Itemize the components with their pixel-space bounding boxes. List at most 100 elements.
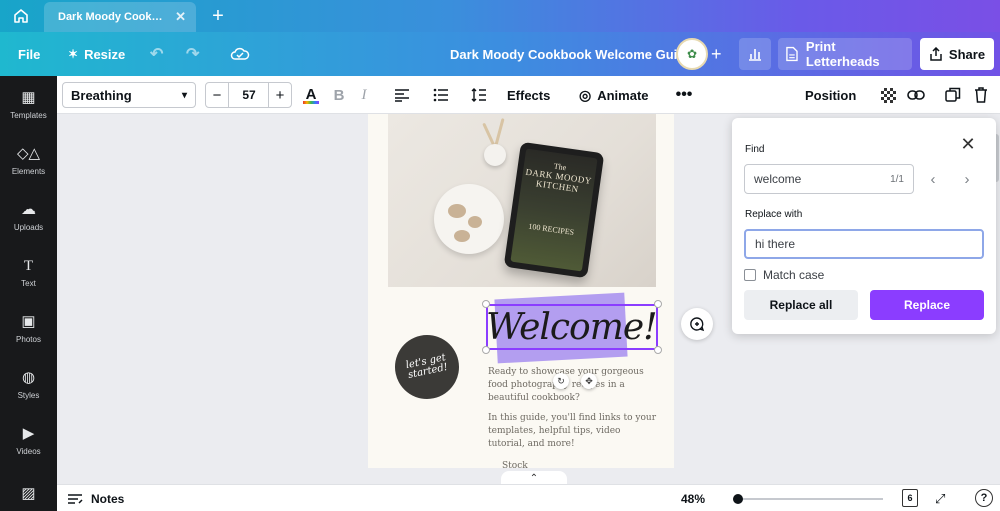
page-count-button[interactable]: 6 [902, 489, 918, 507]
templates-icon: ▦ [21, 88, 36, 106]
styles-icon: ◍ [21, 368, 36, 386]
replace-input[interactable]: hi there [744, 229, 984, 259]
previous-match-icon[interactable]: ‹ [924, 170, 942, 188]
trash-icon[interactable] [970, 76, 992, 114]
horizontal-scrollbar[interactable] [57, 458, 1000, 468]
share-button[interactable]: Share [920, 38, 994, 70]
pattern-icon: ▨ [21, 485, 36, 502]
left-sidebar: ▦ Templates ◇△ Elements ☁ Uploads T Text… [0, 76, 57, 511]
dried-grass [494, 118, 505, 146]
undo-icon[interactable]: ↶ [150, 32, 163, 76]
document-tab[interactable]: Dark Moody Cookboo... ✕ [44, 2, 196, 32]
print-letterheads-button[interactable]: Print Letterheads [778, 38, 912, 70]
avatar[interactable]: ✿ [676, 38, 708, 70]
videos-icon: ▶ [22, 424, 35, 442]
next-match-icon[interactable]: › [958, 170, 976, 188]
notes-button[interactable]: Notes [67, 485, 124, 511]
zoom-slider[interactable] [733, 498, 883, 500]
document-icon [786, 46, 798, 62]
chevron-down-icon: ▾ [181, 89, 187, 101]
find-input[interactable]: welcome 1/1 [744, 164, 914, 194]
line-spacing-icon[interactable] [469, 76, 489, 114]
sidebar-item-elements[interactable]: ◇△ Elements [0, 132, 57, 188]
cookie [468, 216, 482, 228]
duplicate-icon[interactable] [942, 76, 964, 114]
redo-icon[interactable]: ↷ [186, 32, 199, 76]
match-case-checkbox[interactable]: Match case [744, 268, 824, 282]
replace-all-button[interactable]: Replace all [744, 290, 858, 320]
rotate-icon[interactable]: ↻ [553, 373, 569, 389]
chevron-up-icon[interactable]: ⌃ [501, 471, 567, 485]
replace-button[interactable]: Replace [870, 290, 984, 320]
move-icon[interactable]: ✥ [581, 373, 597, 389]
intro-paragraph[interactable]: Ready to showcase your gorgeous food pho… [488, 366, 658, 405]
bullet-list-icon[interactable] [431, 76, 451, 114]
lets-get-started-badge[interactable]: let's get started! [389, 329, 465, 405]
notes-label: Notes [91, 491, 125, 506]
resize-label: Resize [84, 46, 126, 62]
resize-handle[interactable] [482, 346, 490, 354]
resize-handle[interactable] [482, 300, 490, 308]
transparency-icon[interactable] [877, 76, 899, 114]
position-button[interactable]: Position [805, 76, 856, 114]
text-color-button[interactable]: A [300, 76, 322, 114]
guide-paragraph[interactable]: In this guide, you'll find links to your… [488, 412, 658, 451]
sidebar-item-pattern[interactable]: ▨ [0, 468, 57, 511]
more-options-icon[interactable]: ••• [672, 76, 696, 114]
match-case-label: Match case [763, 268, 825, 282]
home-icon[interactable] [0, 0, 42, 32]
sidebar-item-uploads[interactable]: ☁ Uploads [0, 188, 57, 244]
sparkle-icon: ✶ [68, 47, 79, 61]
sidebar-label: Uploads [13, 222, 44, 232]
find-input-value: welcome [754, 172, 802, 186]
align-left-icon[interactable] [392, 76, 412, 114]
new-tab-button[interactable]: + [206, 4, 230, 28]
zoom-level[interactable]: 48% [681, 485, 705, 511]
notes-icon [68, 493, 83, 504]
font-family-value: Breathing [71, 87, 132, 103]
insights-chart-icon[interactable] [739, 38, 771, 70]
share-label: Share [948, 46, 986, 62]
close-tab-icon[interactable]: ✕ [175, 9, 186, 25]
photos-icon: ▣ [21, 312, 36, 330]
find-replace-panel: Find ✕ welcome 1/1 ‹ › Replace with hi t… [732, 118, 996, 334]
document-title[interactable]: Dark Moody Cookbook Welcome Guide [450, 32, 692, 76]
document-tab-title: Dark Moody Cookboo... [58, 11, 170, 23]
zoom-slider-thumb[interactable] [733, 494, 743, 504]
file-menu-button[interactable]: File [18, 32, 40, 76]
sidebar-item-photos[interactable]: ▣ Photos [0, 300, 57, 356]
design-page[interactable]: The DARK MOODY KITCHEN 100 RECIPES let's… [368, 114, 674, 468]
resize-button[interactable]: ✶ Resize [68, 32, 125, 76]
sidebar-label: Templates [10, 110, 47, 120]
cookbook-photo[interactable]: The DARK MOODY KITCHEN 100 RECIPES [388, 114, 656, 287]
cloud-saved-icon[interactable] [230, 32, 250, 76]
font-family-select[interactable]: Breathing ▾ [62, 82, 196, 108]
animate-button[interactable]: ◎ Animate [579, 76, 649, 114]
bold-button[interactable]: B [330, 76, 348, 114]
tablet-recipes: 100 RECIPES [527, 221, 575, 237]
italic-button[interactable]: I [355, 76, 373, 114]
sidebar-label: Elements [11, 166, 46, 176]
add-comment-icon[interactable] [681, 308, 713, 340]
sidebar-label: Photos [16, 334, 41, 344]
close-icon[interactable]: ✕ [958, 134, 978, 154]
sidebar-item-styles[interactable]: ◍ Styles [0, 356, 57, 412]
sidebar-item-text[interactable]: T Text [0, 244, 57, 300]
effects-button[interactable]: Effects [507, 76, 550, 114]
cookie [454, 230, 470, 242]
browser-tab-strip: Dark Moody Cookboo... ✕ + [0, 0, 1000, 32]
fullscreen-icon[interactable]: ⤢ [935, 485, 945, 511]
editor-footer: Notes 48% 6 ⤢ ? [57, 484, 1000, 511]
checkbox-box[interactable] [744, 269, 756, 281]
sidebar-item-templates[interactable]: ▦ Templates [0, 76, 57, 132]
add-collaborator-button[interactable]: + [711, 32, 722, 76]
link-icon[interactable] [905, 76, 927, 114]
sidebar-item-videos[interactable]: ▶ Videos [0, 412, 57, 468]
resize-handle[interactable] [654, 300, 662, 308]
replace-with-label: Replace with [745, 209, 803, 220]
resize-handle[interactable] [654, 346, 662, 354]
help-button[interactable]: ? [975, 489, 993, 507]
decrease-font-size-button[interactable]: − [205, 82, 229, 108]
increase-font-size-button[interactable]: + [268, 82, 292, 108]
font-size-input[interactable]: 57 [229, 82, 269, 108]
